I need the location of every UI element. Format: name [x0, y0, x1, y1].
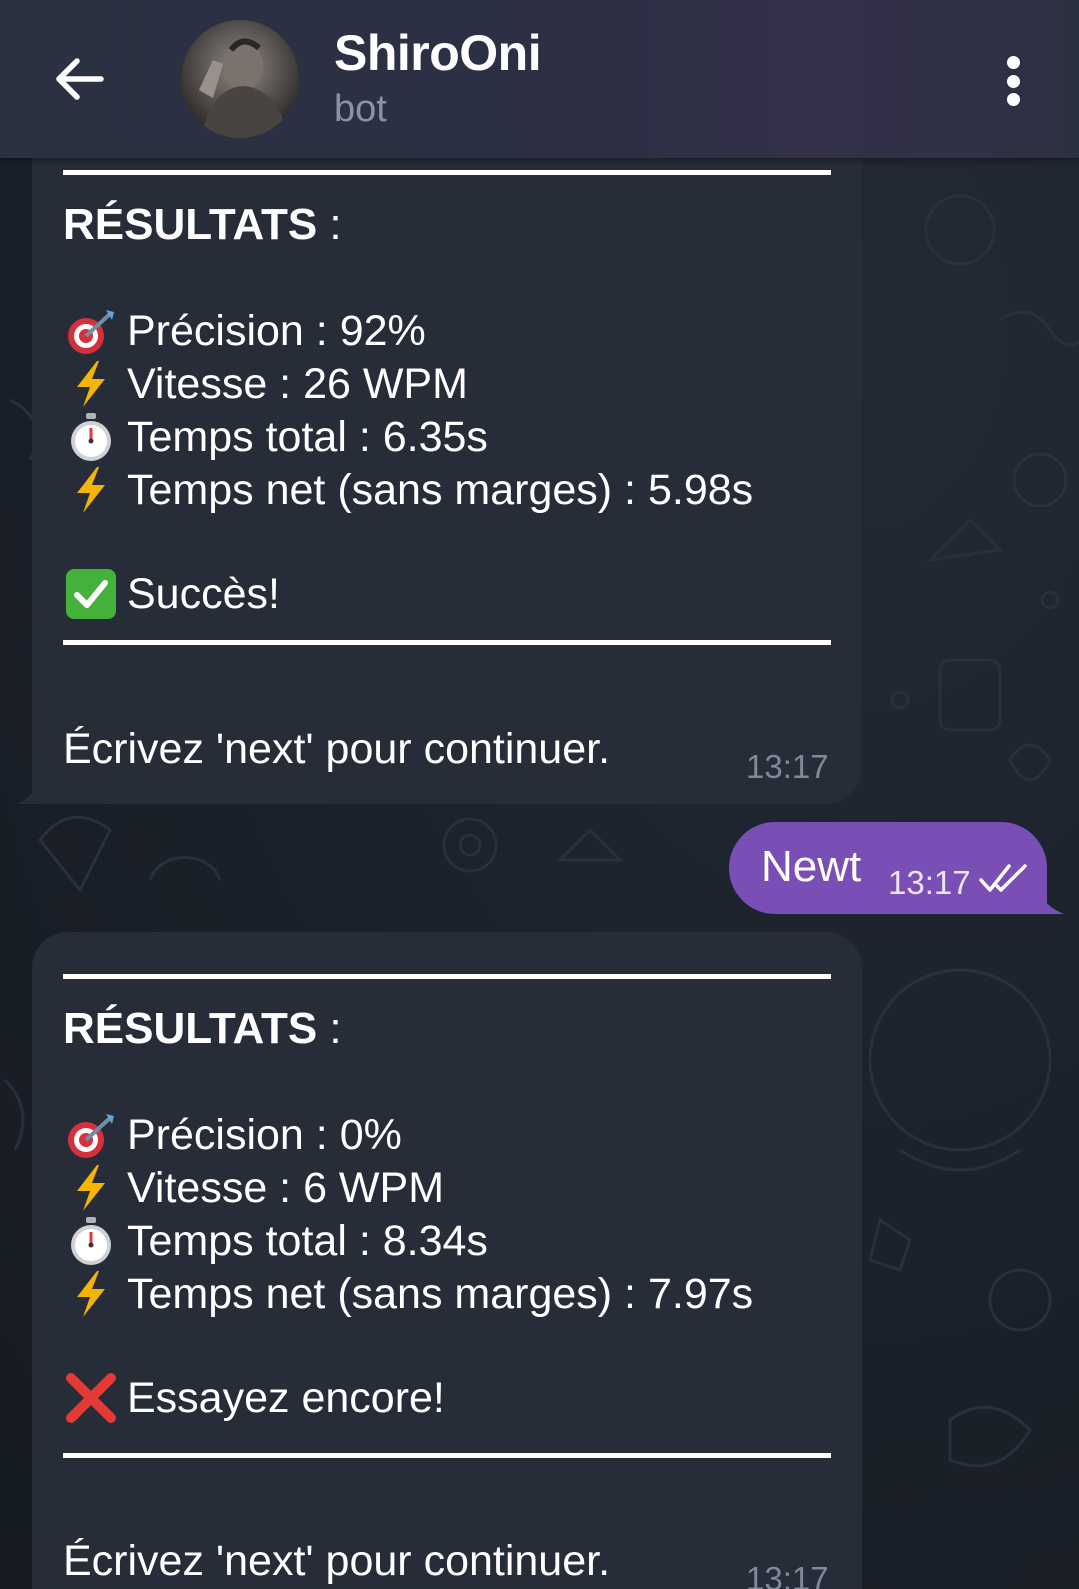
- stat-line: Temps net (sans marges) : 5.98s: [63, 464, 753, 516]
- status-line: Succès!: [63, 568, 280, 620]
- stat-line: Précision : 0%: [63, 1109, 402, 1161]
- more-options-button[interactable]: [985, 48, 1041, 114]
- stat-text: Temps net (sans marges) : 5.98s: [127, 465, 754, 514]
- cross-mark-icon: [63, 1372, 119, 1424]
- incoming-message[interactable]: RÉSULTATS : Précision : 92% Vitesse : 26…: [32, 130, 862, 804]
- stat-text: Précision : 0%: [127, 1110, 402, 1159]
- stat-line: Vitesse : 6 WPM: [63, 1162, 444, 1214]
- lightning-icon: [63, 1268, 119, 1320]
- stat-text: Temps total : 6.35s: [127, 412, 488, 461]
- footer-text: Écrivez 'next' pour continuer.: [63, 1537, 611, 1585]
- status-text: Essayez encore!: [127, 1373, 445, 1422]
- status-line: Essayez encore!: [63, 1372, 445, 1424]
- avatar-image: [199, 38, 289, 138]
- outgoing-message[interactable]: Newt 13:17: [729, 822, 1047, 914]
- results-colon: :: [317, 200, 342, 249]
- target-icon: [63, 305, 119, 357]
- check-mark-icon: [63, 568, 119, 620]
- divider: [63, 170, 831, 175]
- divider: [63, 640, 831, 645]
- stat-line: Précision : 92%: [63, 305, 426, 357]
- stat-line: Temps total : 8.34s: [63, 1215, 488, 1267]
- divider: [63, 1453, 831, 1458]
- incoming-message[interactable]: RÉSULTATS : Précision : 0% Vitesse : 6 W…: [32, 932, 862, 1589]
- chat-title[interactable]: ShiroOni: [334, 24, 542, 82]
- double-check-icon: [979, 864, 1027, 892]
- chat-header: ShiroOni bot: [0, 0, 1079, 158]
- results-label: RÉSULTATS: [63, 1004, 318, 1053]
- status-text: Succès!: [127, 569, 280, 618]
- lightning-icon: [63, 1162, 119, 1214]
- stat-text: Précision : 92%: [127, 306, 426, 355]
- stat-text: Vitesse : 6 WPM: [127, 1163, 445, 1212]
- stat-text: Temps total : 8.34s: [127, 1216, 488, 1265]
- divider: [63, 974, 831, 979]
- results-heading: RÉSULTATS :: [63, 1004, 342, 1054]
- chat-subtitle: bot: [334, 88, 387, 130]
- dot-icon: [1006, 93, 1020, 106]
- outgoing-text: Newt: [761, 842, 862, 891]
- results-label: RÉSULTATS: [63, 200, 318, 249]
- stat-line: Vitesse : 26 WPM: [63, 358, 468, 410]
- lightning-icon: [63, 464, 119, 516]
- stat-text: Vitesse : 26 WPM: [127, 359, 468, 408]
- footer-text: Écrivez 'next' pour continuer.: [63, 725, 611, 773]
- arrow-left-icon: [56, 58, 104, 100]
- dot-icon: [1006, 56, 1020, 69]
- dot-icon: [1006, 74, 1020, 88]
- stopwatch-icon: [63, 1215, 119, 1267]
- stat-text: Temps net (sans marges) : 7.97s: [127, 1269, 754, 1318]
- stat-line: Temps total : 6.35s: [63, 411, 488, 463]
- results-heading: RÉSULTATS :: [63, 200, 342, 250]
- lightning-icon: [63, 358, 119, 410]
- message-time: 13:17: [888, 864, 971, 901]
- message-time: 13:17: [746, 748, 829, 785]
- stat-line: Temps net (sans marges) : 7.97s: [63, 1268, 753, 1320]
- stopwatch-icon: [63, 411, 119, 463]
- message-time: 13:17: [746, 1560, 829, 1589]
- target-icon: [63, 1109, 119, 1161]
- results-colon: :: [317, 1004, 342, 1053]
- avatar[interactable]: [181, 20, 299, 138]
- back-button[interactable]: [44, 44, 114, 114]
